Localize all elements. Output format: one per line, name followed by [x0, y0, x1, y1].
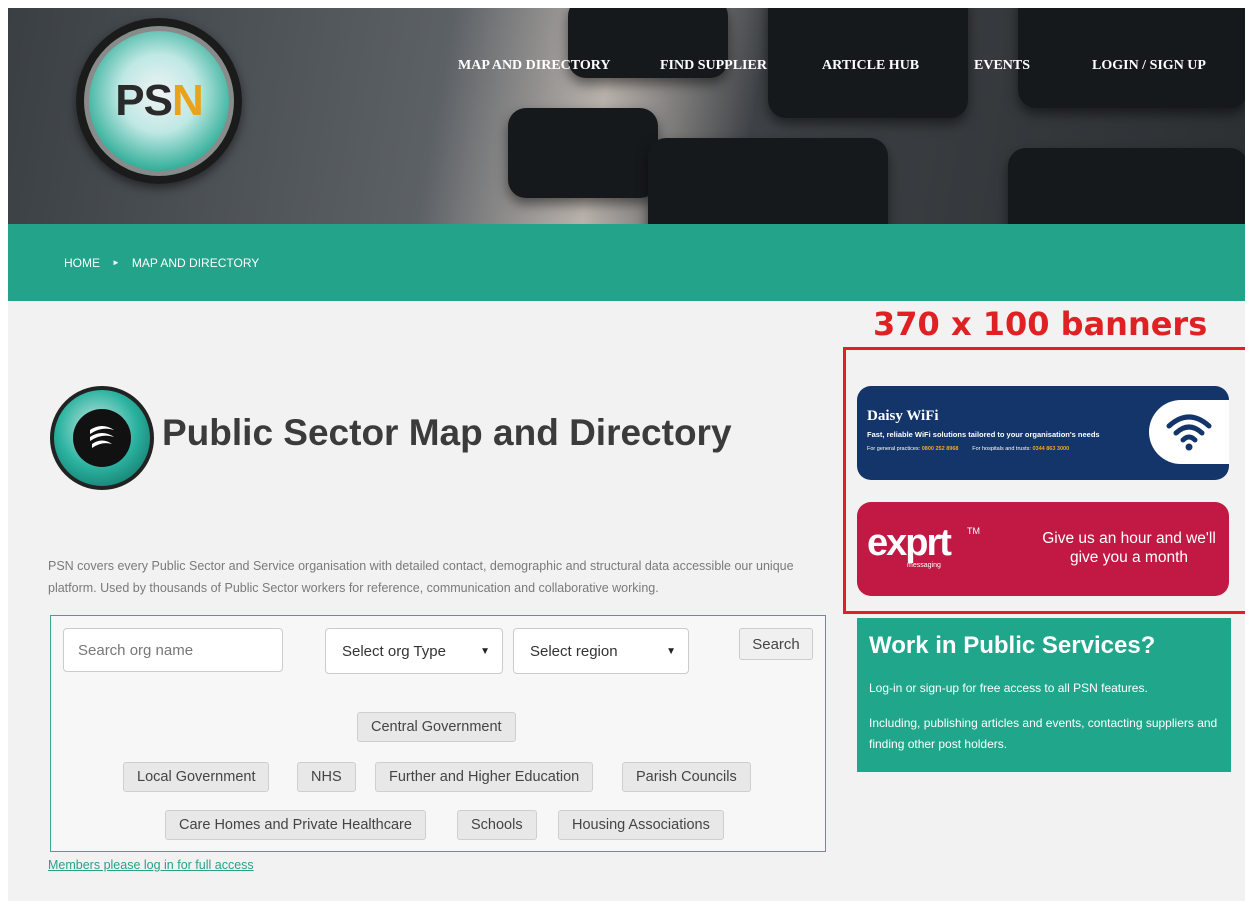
category-housing-associations[interactable]: Housing Associations	[558, 810, 724, 840]
region-select-value: Select region	[530, 642, 618, 660]
category-local-government[interactable]: Local Government	[123, 762, 270, 792]
nav-article-hub[interactable]: ARTICLE HUB	[822, 58, 919, 74]
chevron-down-icon: ▼	[480, 645, 490, 657]
category-central-government[interactable]: Central Government	[357, 712, 516, 742]
search-input[interactable]	[63, 628, 283, 672]
daisy-phones: For general practices: 0800 252 8968 For…	[867, 446, 1070, 452]
breadcrumb-home[interactable]: HOME	[64, 256, 100, 270]
members-login-link[interactable]: Members please log in for full access	[48, 858, 254, 872]
expert-tm: TM	[967, 526, 980, 536]
category-care-homes[interactable]: Care Homes and Private Healthcare	[165, 810, 426, 840]
nav-map-directory[interactable]: MAP AND DIRECTORY	[458, 58, 610, 74]
category-further-higher-education[interactable]: Further and Higher Education	[375, 762, 594, 792]
nav-login-signup[interactable]: LOGIN / SIGN UP	[1092, 58, 1206, 74]
daisy-title: Daisy WiFi	[867, 408, 939, 424]
category-parish-councils[interactable]: Parish Councils	[622, 762, 751, 792]
directory-icon	[50, 386, 154, 490]
work-text-2: Including, publishing articles and event…	[869, 716, 1218, 751]
breadcrumb: HOME ► MAP AND DIRECTORY	[8, 224, 1245, 301]
category-schools[interactable]: Schools	[457, 810, 537, 840]
header-hero: PSN MAP AND DIRECTORY FIND SUPPLIER ARTI…	[8, 8, 1245, 224]
banner-annotation: 370 x 100 banners	[873, 305, 1208, 343]
search-panel: Select org Type ▼ Select region ▼ Search…	[50, 615, 826, 852]
wifi-icon	[1149, 400, 1229, 464]
intro-text: PSN covers every Public Sector and Servi…	[48, 559, 794, 595]
work-in-public-services-panel: Work in Public Services? Log-in or sign-…	[857, 618, 1231, 772]
nav-find-supplier[interactable]: FIND SUPPLIER	[660, 58, 767, 74]
keyboard-key-decor	[508, 108, 658, 198]
chevron-down-icon: ▼	[666, 645, 676, 657]
expert-logo: exprt	[867, 522, 952, 564]
breadcrumb-separator-icon: ►	[112, 258, 120, 267]
expert-messaging-banner[interactable]: exprt TM messaging Give us an hour and w…	[857, 502, 1229, 596]
expert-tagline: Give us an hour and we'll give you a mon…	[1042, 530, 1216, 566]
keyboard-key-decor	[648, 138, 888, 224]
breadcrumb-current: MAP AND DIRECTORY	[131, 255, 260, 270]
category-nhs[interactable]: NHS	[297, 762, 356, 792]
keyboard-key-decor	[1008, 148, 1245, 224]
work-text-1: Log-in or sign-up for free access to all…	[869, 681, 1148, 695]
work-heading: Work in Public Services?	[869, 632, 1156, 659]
org-type-select-value: Select org Type	[342, 642, 446, 660]
region-select[interactable]: Select region ▼	[513, 628, 689, 674]
psn-logo[interactable]: PSN	[76, 18, 242, 184]
org-type-select[interactable]: Select org Type ▼	[325, 628, 503, 674]
expert-sub: messaging	[907, 562, 941, 569]
psn-logo-text: PSN	[115, 76, 203, 125]
page-title: Public Sector Map and Directory	[162, 412, 732, 453]
daisy-subtitle: Fast, reliable WiFi solutions tailored t…	[867, 430, 1100, 439]
daisy-wifi-banner[interactable]: Daisy WiFi Fast, reliable WiFi solutions…	[857, 386, 1229, 480]
nav-events[interactable]: EVENTS	[974, 58, 1030, 74]
search-button[interactable]: Search	[739, 628, 813, 660]
page: PSN MAP AND DIRECTORY FIND SUPPLIER ARTI…	[8, 8, 1245, 901]
swirl-icon	[90, 426, 114, 448]
